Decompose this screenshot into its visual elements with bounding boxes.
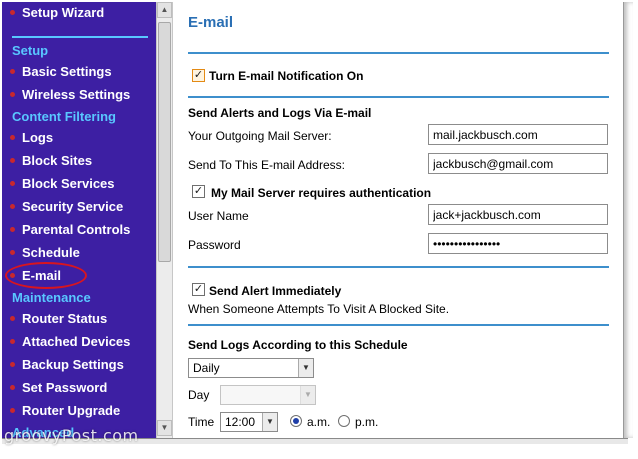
sidebar-divider	[12, 36, 148, 38]
sidebar-section-maintenance: Maintenance	[12, 290, 91, 305]
sidebar-item-label: Router Upgrade	[22, 403, 121, 418]
alerts-section-title: Send Alerts and Logs Via E-mail	[188, 106, 372, 120]
outgoing-server-label: Your Outgoing Mail Server:	[188, 129, 332, 143]
sidebar-item-router-status[interactable]: Router Status	[2, 309, 107, 329]
username-input[interactable]	[428, 204, 608, 225]
sidebar-item-schedule[interactable]: Schedule	[2, 243, 80, 263]
alert-description: When Someone Attempts To Visit A Blocked…	[188, 302, 450, 316]
sidebar-item-label: Attached Devices	[22, 334, 131, 349]
bullet-icon	[10, 204, 15, 209]
sidebar-item-attached-devices[interactable]: Attached Devices	[2, 332, 130, 352]
sidebar-item-label: Schedule	[22, 245, 80, 260]
sidebar-item-setup-wizard[interactable]: Setup Wizard	[2, 3, 104, 23]
sidebar-item-label: Logs	[22, 130, 54, 145]
time-select[interactable]: 12:00 ▼	[220, 412, 278, 432]
sidebar-item-parental-controls[interactable]: Parental Controls	[2, 220, 130, 240]
bullet-icon	[10, 362, 15, 367]
pm-label: p.m.	[355, 415, 379, 429]
sidebar-item-set-password[interactable]: Set Password	[2, 378, 107, 398]
sidebar-item-basic-settings[interactable]: Basic Settings	[2, 62, 112, 82]
auth-required-label: My Mail Server requires authentication	[211, 186, 432, 200]
schedule-select[interactable]: Daily ▼	[188, 358, 314, 378]
sidebar-nav: Setup Wizard Setup Basic Settings Wirele…	[2, 2, 156, 438]
scroll-up-arrow-icon[interactable]: ▲	[157, 2, 172, 18]
sidebar-item-label: Block Services	[22, 176, 115, 191]
password-label: Password	[188, 238, 241, 252]
chevron-down-icon: ▼	[300, 386, 315, 404]
scroll-down-arrow-icon[interactable]: ▼	[157, 420, 172, 436]
sidebar-section-content-filtering: Content Filtering	[12, 109, 116, 124]
bullet-icon	[10, 69, 15, 74]
sidebar-section-setup: Setup	[12, 43, 49, 58]
send-alert-immediately-label: Send Alert Immediately	[209, 284, 342, 298]
sidebar-item-label: Block Sites	[22, 153, 93, 168]
am-label: a.m.	[307, 415, 331, 429]
time-select-value: 12:00	[225, 415, 256, 429]
scrollbar-thumb[interactable]	[158, 22, 171, 262]
send-to-address-input[interactable]	[428, 153, 608, 174]
page-title: E-mail	[188, 14, 234, 31]
send-alert-immediately-checkbox[interactable]: ✓	[192, 283, 205, 296]
email-settings-panel: E-mail ✓ Turn E-mail Notification On Sen…	[174, 2, 623, 438]
password-input[interactable]	[428, 233, 608, 254]
bullet-icon	[10, 316, 15, 321]
chevron-down-icon: ▼	[262, 413, 277, 431]
sidebar-item-label: Basic Settings	[22, 64, 112, 79]
bullet-icon	[10, 92, 15, 97]
turn-on-notification-label: Turn E-mail Notification On	[209, 69, 364, 83]
sidebar-item-label: Security Service	[22, 199, 124, 214]
bullet-icon	[10, 385, 15, 390]
sidebar-item-block-services[interactable]: Block Services	[2, 174, 115, 194]
outgoing-server-input[interactable]	[428, 124, 608, 145]
sidebar-item-label: Setup Wizard	[22, 5, 105, 20]
send-to-address-label: Send To This E-mail Address:	[188, 158, 345, 172]
sidebar-item-router-upgrade[interactable]: Router Upgrade	[2, 401, 120, 421]
pm-radio[interactable]	[338, 415, 350, 427]
bullet-icon	[10, 135, 15, 140]
sidebar-item-backup-settings[interactable]: Backup Settings	[2, 355, 124, 375]
sidebar-item-label: Parental Controls	[22, 222, 131, 237]
schedule-section-title: Send Logs According to this Schedule	[188, 338, 408, 352]
bullet-icon	[10, 408, 15, 413]
bullet-icon	[10, 250, 15, 255]
sidebar-item-label: Set Password	[22, 380, 108, 395]
section-divider	[188, 324, 609, 326]
sidebar-item-wireless-settings[interactable]: Wireless Settings	[2, 85, 130, 105]
sidebar-item-block-sites[interactable]: Block Sites	[2, 151, 92, 171]
day-label: Day	[188, 388, 210, 402]
username-label: User Name	[188, 209, 249, 223]
chevron-down-icon: ▼	[298, 359, 313, 377]
sidebar-scrollbar[interactable]: ▲ ▼	[156, 2, 173, 438]
sidebar-item-label: Wireless Settings	[22, 87, 131, 102]
schedule-select-value: Daily	[193, 361, 220, 375]
auth-required-checkbox[interactable]: ✓	[192, 185, 205, 198]
selection-highlight-circle	[5, 262, 87, 289]
bullet-icon	[10, 10, 15, 15]
turn-on-notification-checkbox[interactable]: ✓	[192, 69, 205, 82]
bullet-icon	[10, 227, 15, 232]
section-divider	[188, 266, 609, 268]
section-divider	[188, 52, 609, 54]
sidebar-item-label: Backup Settings	[22, 357, 124, 372]
watermark-text: groovyPost.com	[4, 426, 139, 445]
section-divider	[188, 96, 609, 98]
time-label: Time	[188, 415, 215, 429]
sidebar-item-logs[interactable]: Logs	[2, 128, 53, 148]
sidebar-item-label: Router Status	[22, 311, 108, 326]
window-frame-edge	[623, 2, 633, 438]
day-select[interactable]: ▼	[220, 385, 316, 405]
bullet-icon	[10, 339, 15, 344]
sidebar-item-security-service[interactable]: Security Service	[2, 197, 123, 217]
bullet-icon	[10, 181, 15, 186]
bullet-icon	[10, 158, 15, 163]
am-radio[interactable]	[290, 415, 302, 427]
